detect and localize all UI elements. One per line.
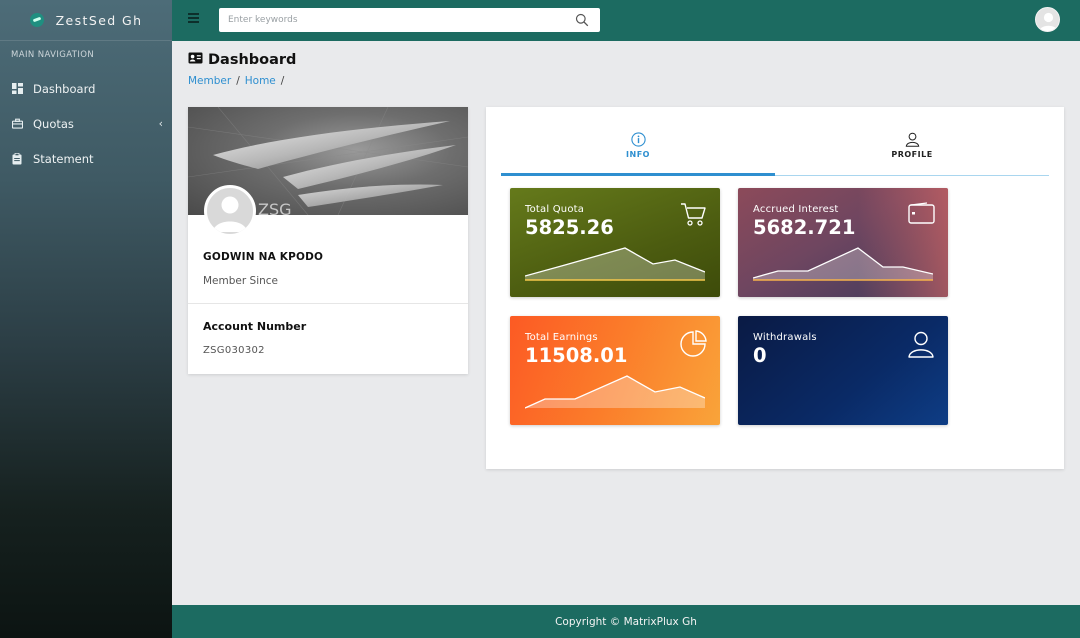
- search-icon[interactable]: [575, 12, 589, 27]
- stat-value: 11508.01: [525, 344, 628, 367]
- briefcase-icon: [12, 118, 23, 129]
- tab-profile[interactable]: PROFILE: [775, 132, 1049, 176]
- dashboard-icon: [12, 83, 23, 94]
- brand[interactable]: ZestSed Gh: [0, 0, 172, 41]
- account-number-label: Account Number: [203, 320, 307, 333]
- user-icon: [775, 132, 1049, 147]
- search-input[interactable]: [219, 8, 600, 32]
- member-since: Member Since: [203, 275, 278, 287]
- sparkline: [525, 375, 705, 409]
- member-name: GODWIN NA KPODO: [203, 251, 324, 263]
- stat-label: Total Earnings: [525, 332, 598, 343]
- stat-value: 0: [753, 344, 767, 367]
- tab-bar: INFO PROFILE: [501, 132, 1049, 176]
- page-title: Dashboard: [188, 52, 296, 68]
- tab-info[interactable]: INFO: [501, 132, 775, 176]
- tab-label: INFO: [626, 150, 650, 159]
- sidebar-item-label: Dashboard: [33, 81, 96, 96]
- svg-text:ZSG: ZSG: [258, 200, 292, 215]
- sidebar-item-label: Quotas: [33, 116, 74, 131]
- cart-icon: [680, 202, 707, 231]
- clipboard-icon: [12, 153, 23, 165]
- stat-label: Accrued Interest: [753, 204, 839, 215]
- stat-label: Withdrawals: [753, 332, 817, 343]
- id-card-icon: [188, 52, 203, 68]
- user-icon: [907, 330, 935, 362]
- sidebar-item-dashboard[interactable]: Dashboard: [0, 71, 172, 106]
- tab-label: PROFILE: [891, 150, 933, 159]
- divider: [188, 303, 468, 304]
- brand-logo-icon: [29, 13, 44, 27]
- accrued-interest-card[interactable]: Accrued Interest 5682.721: [738, 188, 948, 297]
- wallet-icon: [908, 202, 935, 228]
- stat-label: Total Quota: [525, 204, 585, 215]
- sparkline: [525, 247, 705, 281]
- brand-name: ZestSed Gh: [55, 12, 143, 28]
- sidebar: ZestSed Gh MAIN NAVIGATION Dashboard Quo…: [0, 0, 172, 638]
- sparkline: [753, 247, 933, 281]
- page-title-text: Dashboard: [208, 52, 297, 68]
- copyright-text: Copyright © MatrixPlux Gh: [555, 615, 697, 628]
- user-avatar[interactable]: [1035, 7, 1060, 32]
- footer: Copyright © MatrixPlux Gh: [172, 605, 1080, 638]
- chevron-left-icon: ‹: [158, 117, 163, 130]
- account-number-value: ZSG030302: [203, 345, 265, 356]
- pie-chart-icon: [679, 330, 707, 362]
- topbar: [172, 0, 1080, 41]
- withdrawals-card[interactable]: Withdrawals 0: [738, 316, 948, 425]
- hamburger-menu-icon[interactable]: [188, 13, 199, 23]
- breadcrumb: Member / Home /: [188, 75, 285, 87]
- total-earnings-card[interactable]: Total Earnings 11508.01: [510, 316, 720, 425]
- stat-value: 5825.26: [525, 216, 614, 239]
- breadcrumb-member-link[interactable]: Member: [188, 75, 231, 87]
- sidebar-item-label: Statement: [33, 151, 94, 166]
- info-icon: [501, 132, 775, 147]
- dashboard-panel: INFO PROFILE Total Quota 5825.26 Accrued…: [486, 107, 1064, 469]
- sidebar-item-statement[interactable]: Statement: [0, 141, 172, 176]
- sidebar-item-quotas[interactable]: Quotas ‹: [0, 106, 172, 141]
- breadcrumb-home-link[interactable]: Home: [245, 75, 276, 87]
- profile-card: ZSG GODWIN NA KPODO Member Since Account…: [188, 107, 468, 374]
- stat-value: 5682.721: [753, 216, 856, 239]
- profile-avatar: [204, 185, 256, 237]
- nav-header: MAIN NAVIGATION: [11, 50, 95, 60]
- total-quota-card[interactable]: Total Quota 5825.26: [510, 188, 720, 297]
